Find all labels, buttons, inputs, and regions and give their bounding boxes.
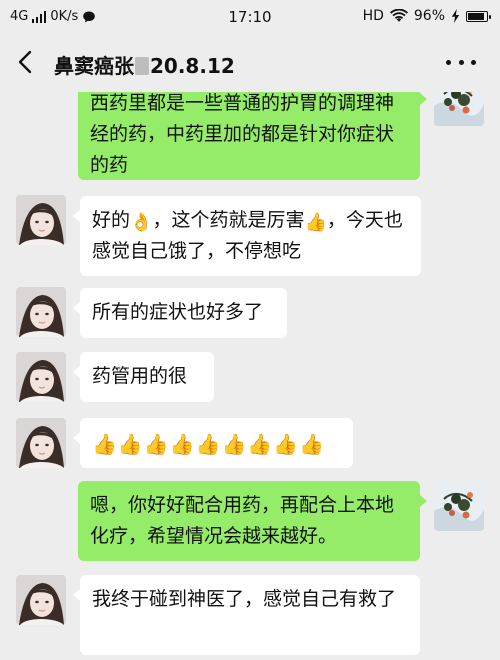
- message-bubble[interactable]: 👍👍👍👍👍👍👍👍👍: [73, 418, 353, 468]
- message-bubble[interactable]: 我终于碰到神医了，感觉自己有救了: [73, 575, 420, 655]
- message-text: ，这个药就是厉害: [152, 209, 305, 231]
- more-dot-icon: [471, 60, 476, 65]
- contact-avatar[interactable]: [16, 418, 66, 468]
- hd-indicator: HD: [362, 8, 384, 24]
- more-dot-icon: [458, 60, 464, 65]
- charging-icon: [451, 9, 460, 23]
- message-bubble[interactable]: 好的👌，这个药就是厉害👍，今天也感觉自己饿了，不停想吃: [73, 196, 421, 276]
- back-arrow-icon[interactable]: [14, 48, 38, 76]
- my-avatar[interactable]: [434, 92, 484, 126]
- chat-title-suffix: 20.8.12: [150, 54, 235, 78]
- ok-hand-emoji-icon: 👌: [130, 212, 153, 233]
- more-options-button[interactable]: [446, 60, 476, 68]
- contact-avatar[interactable]: [16, 575, 66, 625]
- message-text: 好的: [92, 209, 131, 231]
- redaction-block: [135, 57, 149, 75]
- battery-percent: 96%: [413, 8, 445, 24]
- chat-title-prefix: 鼻窦癌张: [54, 54, 134, 78]
- message-text: 西药里都是一些普通的护胃的调理神经的药，中药里加的都是针对你症状的药: [90, 92, 395, 176]
- battery-icon: [466, 10, 491, 22]
- my-avatar[interactable]: [434, 481, 484, 531]
- message-bubble[interactable]: 嗯，你好好配合用药，再配合上本地化疗，希望情况会越来越好。: [78, 481, 427, 561]
- message-text: 药管用的很: [92, 365, 188, 387]
- wifi-icon: [389, 9, 408, 22]
- message-text: 所有的症状也好多了: [92, 301, 264, 323]
- message-bubble[interactable]: 西药里都是一些普通的护胃的调理神经的药，中药里加的都是针对你症状的药: [78, 92, 427, 180]
- contact-avatar[interactable]: [16, 352, 66, 402]
- thumbs-up-emoji-icon: 👍: [304, 212, 327, 233]
- battery-level: [468, 12, 484, 20]
- chat-area[interactable]: 西药里都是一些普通的护胃的调理神经的药，中药里加的都是针对你症状的药 好的👌，这…: [0, 92, 500, 660]
- status-right: HD 96%: [362, 8, 491, 24]
- message-text: 嗯，你好好配合用药，再配合上本地化疗，希望情况会越来越好。: [90, 494, 395, 547]
- status-bar: 4G 0K/s 17:10 HD 96%: [0, 0, 500, 34]
- message-text: 我终于碰到神医了，感觉自己有救了: [92, 588, 397, 610]
- message-bubble[interactable]: 药管用的很: [73, 352, 214, 402]
- thumbs-up-emoji-icon: 👍👍👍👍👍👍👍👍👍: [92, 432, 326, 456]
- more-dot-icon: [446, 60, 451, 65]
- message-bubble[interactable]: 所有的症状也好多了: [73, 288, 287, 338]
- contact-avatar[interactable]: [16, 195, 66, 245]
- chat-title: 鼻窦癌张 20.8.12: [54, 50, 235, 79]
- contact-avatar[interactable]: [16, 287, 66, 337]
- chat-header: 鼻窦癌张 20.8.12: [0, 34, 500, 92]
